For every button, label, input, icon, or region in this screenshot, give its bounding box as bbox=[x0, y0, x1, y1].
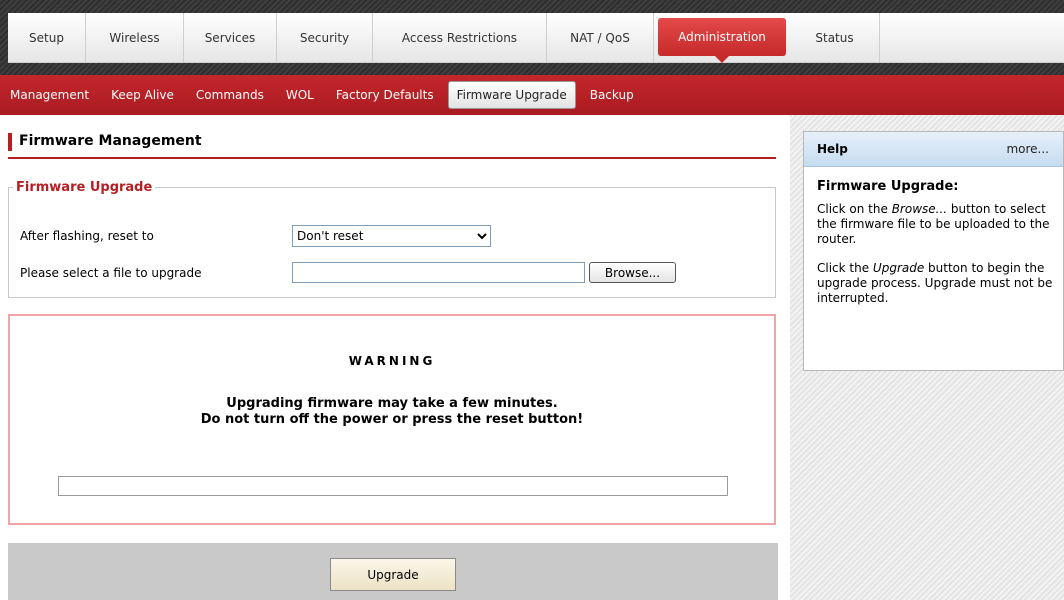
title-accent-bar bbox=[8, 133, 12, 151]
tab-access-restrictions[interactable]: Access Restrictions bbox=[373, 13, 547, 63]
firmware-upgrade-legend: Firmware Upgrade bbox=[16, 180, 153, 195]
page-title: Firmware Management bbox=[8, 133, 776, 159]
upgrade-button[interactable]: Upgrade bbox=[330, 558, 456, 591]
subtab-firmware-upgrade[interactable]: Firmware Upgrade bbox=[447, 81, 576, 109]
help-sidebar: Help more... Firmware Upgrade: Click on … bbox=[790, 115, 1064, 600]
help-more-link[interactable]: more... bbox=[1006, 142, 1049, 156]
warning-line-1: Upgrading firmware may take a few minute… bbox=[226, 396, 558, 411]
tab-wireless[interactable]: Wireless bbox=[86, 13, 184, 63]
tab-setup[interactable]: Setup bbox=[8, 13, 86, 63]
help-body: Firmware Upgrade: Click on the Browse...… bbox=[804, 167, 1063, 306]
warning-title: WARNING bbox=[348, 354, 436, 368]
browse-button[interactable]: Browse... bbox=[589, 262, 676, 283]
tab-security[interactable]: Security bbox=[277, 13, 373, 63]
tab-services[interactable]: Services bbox=[184, 13, 277, 63]
subtab-commands[interactable]: Commands bbox=[188, 82, 272, 108]
warning-box: WARNING Upgrading firmware may take a fe… bbox=[8, 314, 776, 525]
active-tab-pill: Administration bbox=[658, 18, 786, 63]
tab-status[interactable]: Status bbox=[790, 13, 880, 63]
reset-label: After flashing, reset to bbox=[20, 229, 154, 243]
reset-select[interactable]: Don't reset bbox=[292, 225, 491, 247]
help-box: Help more... Firmware Upgrade: Click on … bbox=[803, 131, 1064, 371]
subtab-backup[interactable]: Backup bbox=[582, 82, 642, 108]
main-tabs: Setup Wireless Services Security Access … bbox=[8, 13, 1064, 63]
tab-administration[interactable]: Administration bbox=[654, 13, 790, 63]
firmware-upgrade-fieldset: Firmware Upgrade After flashing, reset t… bbox=[8, 180, 776, 298]
file-label: Please select a file to upgrade bbox=[20, 266, 202, 280]
file-path-input[interactable] bbox=[292, 262, 585, 283]
main-content: Firmware Management Firmware Upgrade Aft… bbox=[8, 115, 778, 600]
subtab-wol[interactable]: WOL bbox=[278, 82, 322, 108]
help-header: Help more... bbox=[804, 132, 1063, 167]
action-bar: Upgrade bbox=[8, 543, 778, 600]
upgrade-progress-bar bbox=[58, 476, 728, 496]
top-navigation-bar: Setup Wireless Services Security Access … bbox=[0, 0, 1064, 75]
help-topic-title: Firmware Upgrade: bbox=[817, 179, 959, 194]
subtab-management[interactable]: Management bbox=[2, 82, 97, 108]
warning-line-2: Do not turn off the power or press the r… bbox=[200, 412, 584, 427]
subtab-factory-defaults[interactable]: Factory Defaults bbox=[328, 82, 442, 108]
help-paragraph-2: Click the Upgrade button to begin the up… bbox=[817, 261, 1053, 305]
subtab-keep-alive[interactable]: Keep Alive bbox=[103, 82, 182, 108]
tab-nat-qos[interactable]: NAT / QoS bbox=[547, 13, 654, 63]
help-paragraph-1: Click on the Browse... button to select … bbox=[817, 202, 1050, 246]
help-title: Help bbox=[817, 142, 848, 156]
sub-navigation: Management Keep Alive Commands WOL Facto… bbox=[0, 75, 1064, 115]
